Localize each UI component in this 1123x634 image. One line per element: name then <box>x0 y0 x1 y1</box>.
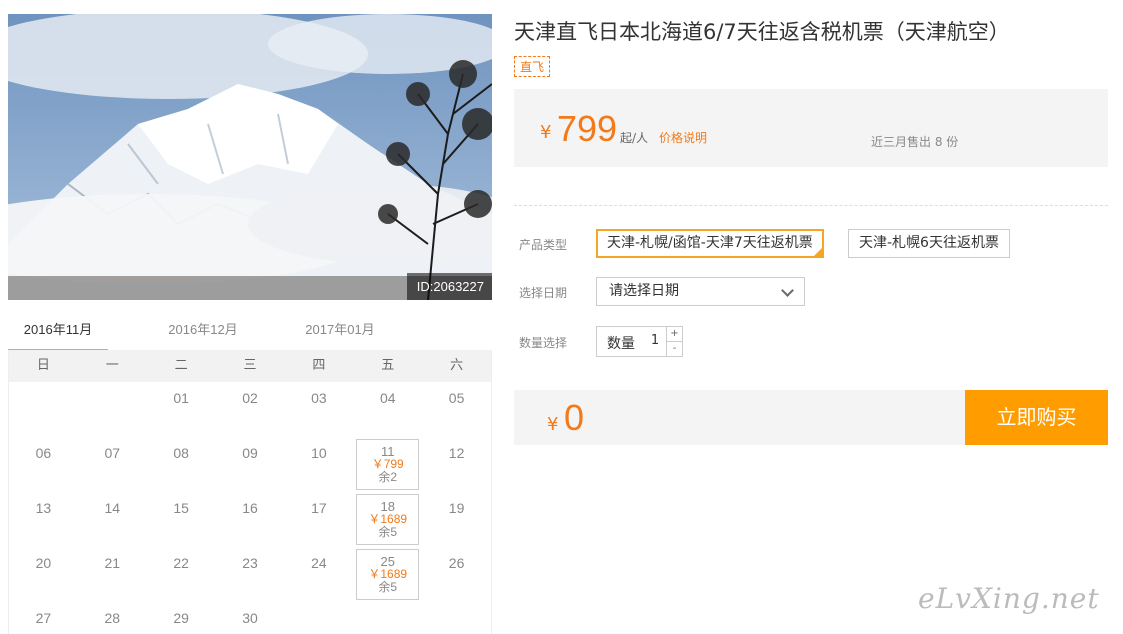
weekday-label: 三 <box>243 358 257 373</box>
date-label: 选择日期 <box>519 286 568 300</box>
calendar-day: 02 <box>242 390 258 406</box>
calendar-day: 26 <box>448 555 465 571</box>
quantity-label: 数量选择 <box>519 336 568 350</box>
calendar-day: 01 <box>173 390 189 406</box>
tab-month-3[interactable]: 2017年01月 <box>290 316 390 352</box>
calendar-day: 12 <box>448 445 465 461</box>
quantity-stepper: 数量 1 + - <box>596 326 683 357</box>
product-type-option-1[interactable]: 天津-札幌/函馆-天津7天往返机票 <box>596 229 824 258</box>
day-remaining: 余5 <box>378 525 398 539</box>
sold-count: 近三月售出 8 份 <box>871 135 959 149</box>
quantity-increase-button[interactable]: + <box>666 327 682 342</box>
calendar-day <box>422 602 491 634</box>
calendar-week-row: 13 14 15 16 17 18 ￥1689 余5 19 <box>9 492 491 547</box>
calendar-day: 23 <box>242 555 258 571</box>
calendar-day <box>284 602 353 634</box>
calendar-body: 01 02 03 04 05 06 07 08 09 10 11 ￥799 余2 12 13 14 15 16 17… <box>9 382 491 634</box>
price-unit: 起/人 <box>620 131 649 145</box>
calendar-day <box>9 382 78 437</box>
price-value: 799 <box>557 108 618 149</box>
calendar-day: 24 <box>311 555 327 571</box>
buy-now-button[interactable]: 立即购买 <box>965 390 1108 445</box>
calendar-day: 28 <box>104 610 121 626</box>
weekday-label: 五 <box>381 358 395 373</box>
mountain-illustration <box>8 14 492 300</box>
calendar-day: 19 <box>448 500 465 516</box>
quantity-input[interactable]: 1 <box>646 333 664 348</box>
calendar-day: 17 <box>311 500 327 516</box>
quantity-field-label: 数量 <box>607 336 635 352</box>
weekday-label: 四 <box>312 358 326 373</box>
weekday-label: 日 <box>36 358 50 373</box>
calendar-day: 29 <box>173 610 189 626</box>
calendar-day: 14 <box>104 500 121 516</box>
calendar-week-row: 06 07 08 09 10 11 ￥799 余2 12 <box>9 437 491 492</box>
calendar-week-row: 01 02 03 04 05 <box>9 382 491 437</box>
product-type-option-2[interactable]: 天津-札幌6天往返机票 <box>848 229 1010 258</box>
calendar-day: 09 <box>242 445 258 461</box>
day-remaining: 余2 <box>378 470 398 484</box>
calendar-day: 16 <box>242 500 258 516</box>
tab-month-2[interactable]: 2016年12月 <box>153 316 253 352</box>
price-currency: ¥ <box>540 122 552 143</box>
calendar-day-available[interactable]: 11 ￥799 余2 <box>353 437 422 492</box>
day-remaining: 余5 <box>378 580 398 594</box>
calendar-day <box>353 602 422 634</box>
calendar-week-row: 27 28 29 30 <box>9 602 491 634</box>
calendar-day: 07 <box>104 445 121 461</box>
total-currency: ¥ <box>547 414 559 435</box>
calendar-day: 20 <box>35 555 52 571</box>
calendar-day: 06 <box>35 445 52 461</box>
calendar-day: 13 <box>35 500 52 516</box>
calendar-month-tabs: 2016年11月 2016年12月 2017年01月 <box>8 316 492 352</box>
calendar-day: 03 <box>311 390 327 406</box>
weekday-label: 六 <box>450 358 464 373</box>
product-title: 天津直飞日本北海道6/7天往返含税机票（天津航空） <box>514 20 1010 44</box>
direct-flight-tag: 直飞 <box>514 56 551 77</box>
calendar-week-row: 20 21 22 23 24 25 ￥1689 余5 26 <box>9 547 491 602</box>
image-id-badge: ID:2063227 <box>406 273 492 300</box>
price-note-link[interactable]: 价格说明 <box>659 129 707 146</box>
weekday-label: 二 <box>174 358 188 373</box>
divider <box>514 205 1108 206</box>
tab-month-1[interactable]: 2016年11月 <box>8 316 108 352</box>
calendar-day: 30 <box>242 610 258 626</box>
calendar-day: 22 <box>173 555 189 571</box>
calendar-day: 21 <box>104 555 121 571</box>
calendar-day: 08 <box>173 445 189 461</box>
calendar-day-available[interactable]: 18 ￥1689 余5 <box>353 492 422 547</box>
chevron-down-icon <box>781 284 794 297</box>
calendar-day <box>78 382 147 437</box>
calendar-day: 10 <box>311 445 327 461</box>
total-amount: 0 <box>564 397 585 438</box>
date-select-value: 请选择日期 <box>609 283 679 299</box>
calendar-day: 04 <box>379 390 396 406</box>
date-select[interactable]: 请选择日期 <box>596 277 805 306</box>
quantity-decrease-button[interactable]: - <box>666 342 682 356</box>
calendar: 日 一 二 三 四 五 六 01 02 03 04 05 06 07 08 09 10 11 ￥799 余2 12 13… <box>8 350 492 634</box>
watermark-logo: eLvXing.net <box>918 582 1100 615</box>
price-panel: ¥ 799 起/人 价格说明 近三月售出 8 份 <box>514 89 1108 167</box>
calendar-day: 15 <box>173 500 189 516</box>
product-image: ID:2063227 <box>8 14 492 300</box>
product-type-label: 产品类型 <box>519 238 568 252</box>
calendar-day: 05 <box>448 390 465 406</box>
calendar-day-available[interactable]: 25 ￥1689 余5 <box>353 547 422 602</box>
weekday-label: 一 <box>105 358 119 373</box>
calendar-day: 27 <box>35 610 52 626</box>
calendar-weekday-header: 日一二三四五六 <box>9 350 491 382</box>
total-panel: ¥ 0 立即购买 <box>514 390 1108 445</box>
